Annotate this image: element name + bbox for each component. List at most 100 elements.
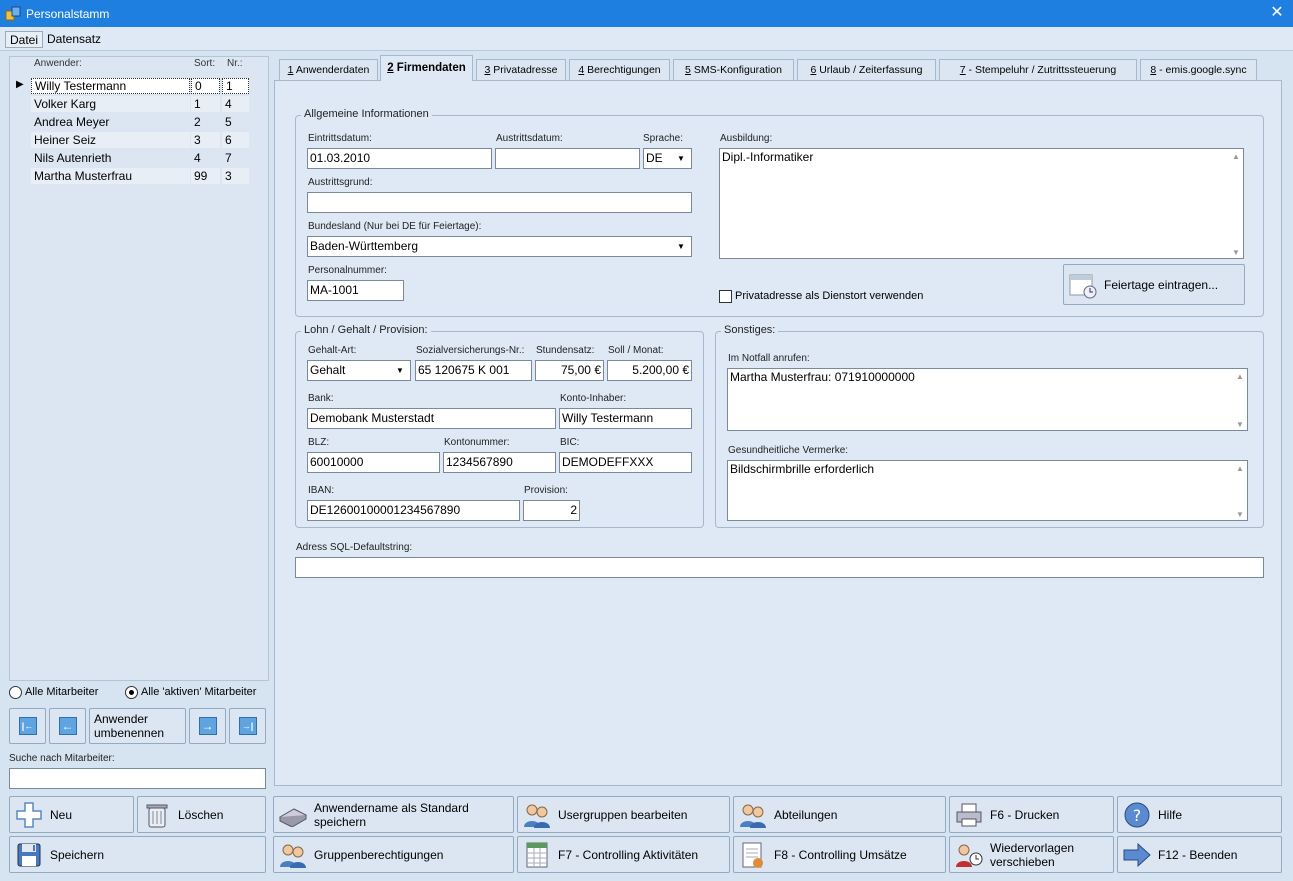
f8-button[interactable]: F8 - Controlling Umsätze bbox=[733, 836, 946, 873]
tab-firmendaten[interactable]: 2 Firmendaten bbox=[380, 55, 473, 81]
user-name-cell[interactable]: Martha Musterfrau bbox=[31, 168, 190, 184]
move-followups-button[interactable]: Wiedervorlagen verschieben bbox=[949, 836, 1114, 873]
chevron-down-icon[interactable]: ▼ bbox=[671, 237, 691, 256]
tab-privatadresse[interactable]: 3 Privatadresse bbox=[476, 59, 566, 80]
tab-number: 8 bbox=[1150, 64, 1157, 76]
konto-field[interactable]: 1234567890 bbox=[443, 452, 556, 473]
tab-sms-konfiguration[interactable]: 5 SMS-Konfiguration bbox=[673, 59, 794, 80]
close-icon[interactable]: ✕ bbox=[1264, 3, 1290, 23]
new-button[interactable]: Neu bbox=[9, 796, 134, 833]
radio-active[interactable] bbox=[125, 686, 138, 699]
prev-record-button[interactable]: ← bbox=[49, 708, 86, 744]
tab-emis-google-sync[interactable]: 8 - emis.google.sync bbox=[1140, 59, 1257, 80]
menu-datei[interactable]: Datei bbox=[5, 31, 44, 48]
inhaber-field[interactable]: Willy Testermann bbox=[559, 408, 692, 429]
column-header-nr[interactable]: Nr.: bbox=[227, 58, 243, 69]
help-button[interactable]: ? Hilfe bbox=[1117, 796, 1282, 833]
tab-stempeluhr-zutrittssteuerung[interactable]: 7 - Stempeluhr / Zutrittssteuerung bbox=[939, 59, 1137, 80]
exit-button[interactable]: F12 - Beenden bbox=[1117, 836, 1282, 873]
bank-field[interactable]: Demobank Musterstadt bbox=[307, 408, 556, 429]
spreadsheet-icon bbox=[522, 840, 552, 870]
blz-field[interactable]: 60010000 bbox=[307, 452, 440, 473]
menu-datensatz[interactable]: Datensatz bbox=[43, 31, 105, 48]
sort-cell[interactable]: 0 bbox=[191, 78, 220, 94]
gehalt-art-label: Gehalt-Art: bbox=[308, 345, 357, 356]
gesund-label: Gesundheitliche Vermerke: bbox=[728, 445, 849, 456]
sort-cell[interactable]: 4 bbox=[191, 150, 220, 166]
stundensatz-field[interactable]: 75,00 € bbox=[535, 360, 604, 381]
sort-cell[interactable]: 2 bbox=[191, 114, 220, 130]
usergroups-button[interactable]: Usergruppen bearbeiten bbox=[517, 796, 730, 833]
austritt-field[interactable] bbox=[495, 148, 640, 169]
nr-cell[interactable]: 7 bbox=[222, 150, 249, 166]
sprache-select[interactable]: DE ▼ bbox=[643, 148, 692, 169]
sql-field[interactable] bbox=[295, 557, 1264, 578]
radio-all[interactable] bbox=[9, 686, 22, 699]
nr-cell[interactable]: 3 bbox=[222, 168, 249, 184]
sort-cell[interactable]: 1 bbox=[191, 96, 220, 112]
provision-field[interactable]: 2 bbox=[523, 500, 580, 521]
last-record-button[interactable]: →| bbox=[229, 708, 266, 744]
austrittsgrund-field[interactable] bbox=[307, 192, 692, 213]
delete-button[interactable]: Löschen bbox=[137, 796, 266, 833]
last-icon: →| bbox=[238, 717, 257, 735]
chevron-down-icon[interactable]: ▼ bbox=[671, 149, 691, 168]
user-name-cell[interactable]: Heiner Seiz bbox=[31, 132, 190, 148]
user-name-cell[interactable]: Andrea Meyer bbox=[31, 114, 190, 130]
soll-field[interactable]: 5.200,00 € bbox=[607, 360, 692, 381]
rename-user-button[interactable]: Anwender umbenennen bbox=[89, 708, 186, 744]
bic-label: BIC: bbox=[560, 437, 580, 448]
user-name-cell[interactable]: Nils Autenrieth bbox=[31, 150, 190, 166]
users-icon bbox=[278, 840, 308, 870]
eintritt-field[interactable]: 01.03.2010 bbox=[307, 148, 492, 169]
sort-cell[interactable]: 99 bbox=[191, 168, 220, 184]
svnr-field[interactable]: 65 120675 K 001 bbox=[415, 360, 532, 381]
gesund-textarea[interactable]: Bildschirmbrille erforderlich ▲ ▼ bbox=[727, 460, 1248, 521]
arrow-right-icon bbox=[1122, 840, 1152, 870]
save-button[interactable]: Speichern bbox=[9, 836, 266, 873]
sort-cell[interactable]: 3 bbox=[191, 132, 220, 148]
group-permissions-button[interactable]: Gruppenberechtigungen bbox=[273, 836, 514, 873]
tab-label: Privatadresse bbox=[493, 64, 558, 76]
bundesland-select[interactable]: Baden-Württemberg ▼ bbox=[307, 236, 692, 257]
user-name-cell[interactable]: Volker Karg bbox=[31, 96, 190, 112]
column-header-anwender[interactable]: Anwender: bbox=[34, 58, 82, 69]
personalnr-field[interactable]: MA-1001 bbox=[307, 280, 404, 301]
tab-urlaub-zeiterfassung[interactable]: 6 Urlaub / Zeiterfassung bbox=[797, 59, 936, 80]
print-button[interactable]: F6 - Drucken bbox=[949, 796, 1114, 833]
search-input[interactable] bbox=[9, 768, 266, 789]
f7-button[interactable]: F7 - Controlling Aktivitäten bbox=[517, 836, 730, 873]
floppy-icon bbox=[14, 840, 44, 870]
nr-cell[interactable]: 1 bbox=[222, 78, 249, 94]
notfall-label: Im Notfall anrufen: bbox=[728, 353, 810, 364]
iban-field[interactable]: DE12600100001234567890 bbox=[307, 500, 520, 521]
privat-checkbox[interactable] bbox=[719, 290, 732, 303]
user-clock-icon bbox=[954, 840, 984, 870]
first-icon: |← bbox=[18, 717, 37, 735]
notfall-textarea[interactable]: Martha Musterfrau: 071910000000 ▲ ▼ bbox=[727, 368, 1248, 431]
tab-label: Firmendaten bbox=[396, 62, 466, 74]
scrollbar[interactable]: ▲ ▼ bbox=[1233, 461, 1247, 520]
chevron-down-icon[interactable]: ▼ bbox=[390, 361, 410, 380]
personalnr-label: Personalnummer: bbox=[308, 265, 387, 276]
delete-label: Löschen bbox=[178, 807, 224, 822]
next-record-button[interactable]: → bbox=[189, 708, 226, 744]
nr-cell[interactable]: 5 bbox=[222, 114, 249, 130]
app-icon bbox=[5, 5, 21, 21]
ausbildung-textarea[interactable]: Dipl.-Informatiker ▲ ▼ bbox=[719, 148, 1244, 259]
user-name-cell[interactable]: Willy Testermann bbox=[31, 78, 190, 94]
departments-button[interactable]: Abteilungen bbox=[733, 796, 946, 833]
gehalt-art-select[interactable]: Gehalt ▼ bbox=[307, 360, 411, 381]
nr-cell[interactable]: 4 bbox=[222, 96, 249, 112]
tab-anwenderdaten[interactable]: 1 Anwenderdaten bbox=[279, 59, 378, 80]
scrollbar[interactable]: ▲ ▼ bbox=[1229, 149, 1243, 258]
column-header-sort[interactable]: Sort: bbox=[194, 58, 215, 69]
tab-number: 7 bbox=[959, 64, 966, 76]
bic-field[interactable]: DEMODEFFXXX bbox=[559, 452, 692, 473]
feiertage-button[interactable]: Feiertage eintragen... bbox=[1063, 264, 1245, 305]
tab-berechtigungen[interactable]: 4 Berechtigungen bbox=[569, 59, 670, 80]
scrollbar[interactable]: ▲ ▼ bbox=[1233, 369, 1247, 430]
save-default-button[interactable]: Anwendername als Standard speichern bbox=[273, 796, 514, 833]
nr-cell[interactable]: 6 bbox=[222, 132, 249, 148]
first-record-button[interactable]: |← bbox=[9, 708, 46, 744]
